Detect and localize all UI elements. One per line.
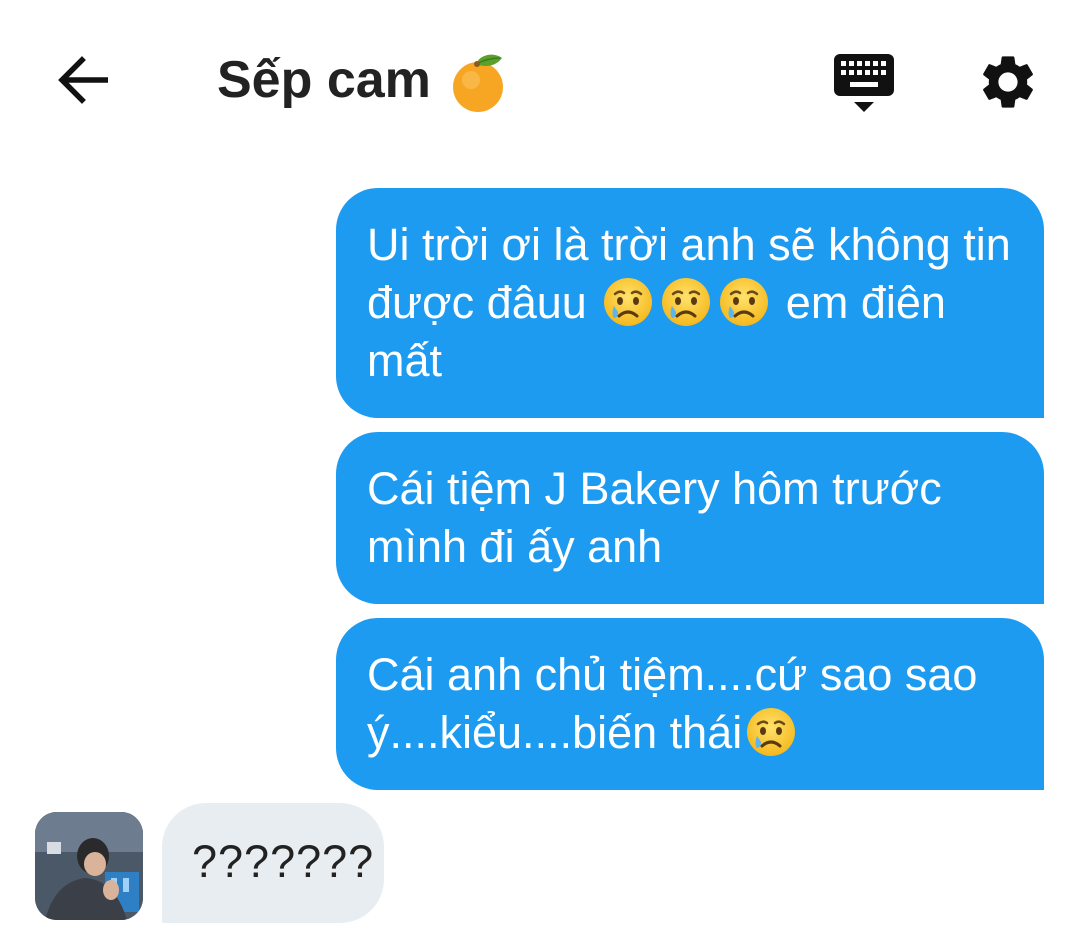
keyboard-icon <box>834 54 894 112</box>
message-text: Cái anh chủ tiệm....cứ sao sao ý....kiểu… <box>367 649 978 758</box>
outgoing-message[interactable]: Cái anh chủ tiệm....cứ sao sao ý....kiểu… <box>336 618 1044 790</box>
tangerine-emoji <box>453 54 503 112</box>
crying-face-emoji <box>718 276 770 328</box>
message-text: Cái tiệm J Bakery hôm trước mình đi ấy a… <box>367 463 942 572</box>
settings-button[interactable] <box>976 50 1040 114</box>
keyboard-toggle-button[interactable] <box>832 52 896 114</box>
back-button[interactable] <box>52 52 116 108</box>
conversation-title: Sếp cam <box>217 51 431 109</box>
outgoing-message[interactable]: Ui trời ơi là trời anh sẽ không tin được… <box>336 188 1044 418</box>
outgoing-message[interactable]: Cái tiệm J Bakery hôm trước mình đi ấy a… <box>336 432 1044 604</box>
message-text: Ui trời ơi là trời anh sẽ không tin được… <box>367 219 1011 386</box>
crying-face-emoji <box>660 276 712 328</box>
crying-face-emoji <box>745 706 797 758</box>
message-text: ??????? <box>192 836 375 887</box>
contact-avatar[interactable] <box>35 812 143 920</box>
incoming-message[interactable]: ??????? <box>162 803 384 923</box>
gear-icon <box>983 56 1033 108</box>
crying-face-emoji <box>602 276 654 328</box>
arrow-left-icon <box>58 56 108 104</box>
avatar-photo <box>35 812 143 920</box>
